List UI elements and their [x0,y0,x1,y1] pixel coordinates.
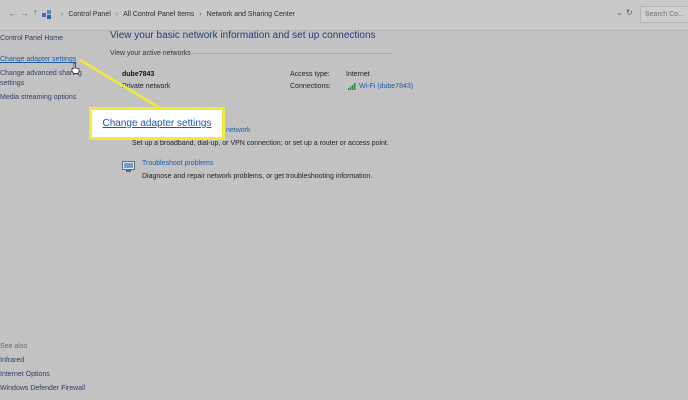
callout-box: Change adapter settings [89,107,225,140]
callout-text: Change adapter settings [102,118,212,129]
hand-cursor-icon [71,62,80,74]
callout-pointer-line [79,58,161,110]
